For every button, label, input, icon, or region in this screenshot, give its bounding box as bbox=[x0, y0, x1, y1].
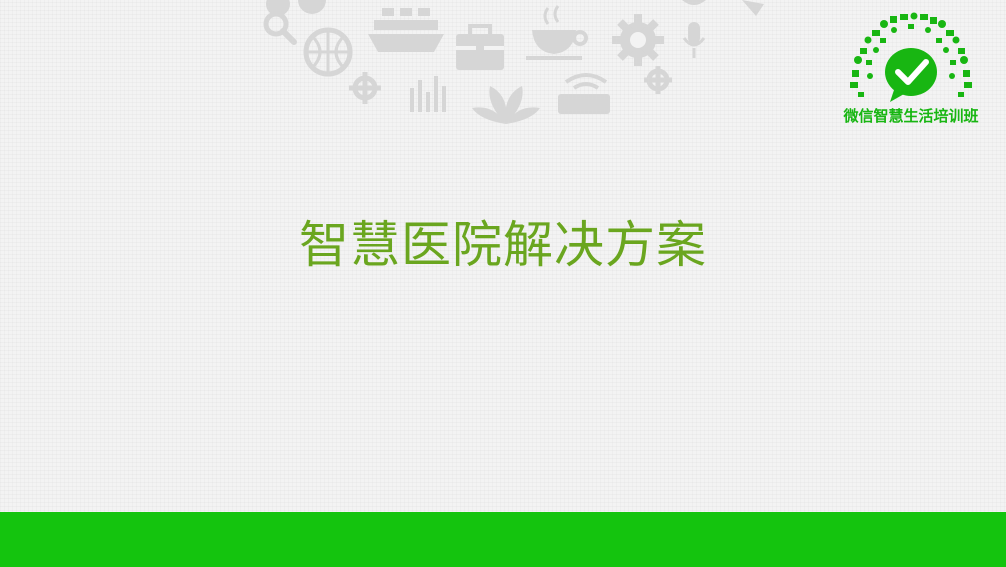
bar-chart-icon bbox=[410, 76, 446, 112]
wechat-checkmark-bubble-icon bbox=[885, 48, 937, 102]
leaf-icon bbox=[472, 86, 540, 124]
ship-icon bbox=[368, 8, 444, 52]
decorative-icon-cluster bbox=[263, 0, 764, 124]
logo: 微信智慧生活培训班 bbox=[836, 10, 986, 128]
gear-icon bbox=[349, 72, 381, 104]
basketball-icon bbox=[303, 27, 353, 77]
briefcase-icon bbox=[456, 24, 504, 70]
keyboard-icon bbox=[558, 73, 610, 114]
gear-icon bbox=[612, 14, 664, 66]
slide-title: 智慧医院解决方案 bbox=[299, 216, 707, 274]
logo-graphic bbox=[850, 12, 972, 102]
search-icon bbox=[263, 11, 297, 45]
microphone-icon bbox=[682, 22, 706, 58]
coffee-cup-icon bbox=[526, 5, 588, 60]
footer-bar bbox=[0, 512, 1006, 567]
logo-caption: 微信智慧生活培训班 bbox=[843, 107, 979, 125]
slide: 智慧医院解决方案 微信智慧生活培训班 bbox=[0, 0, 1006, 567]
gear-icon bbox=[644, 66, 672, 94]
